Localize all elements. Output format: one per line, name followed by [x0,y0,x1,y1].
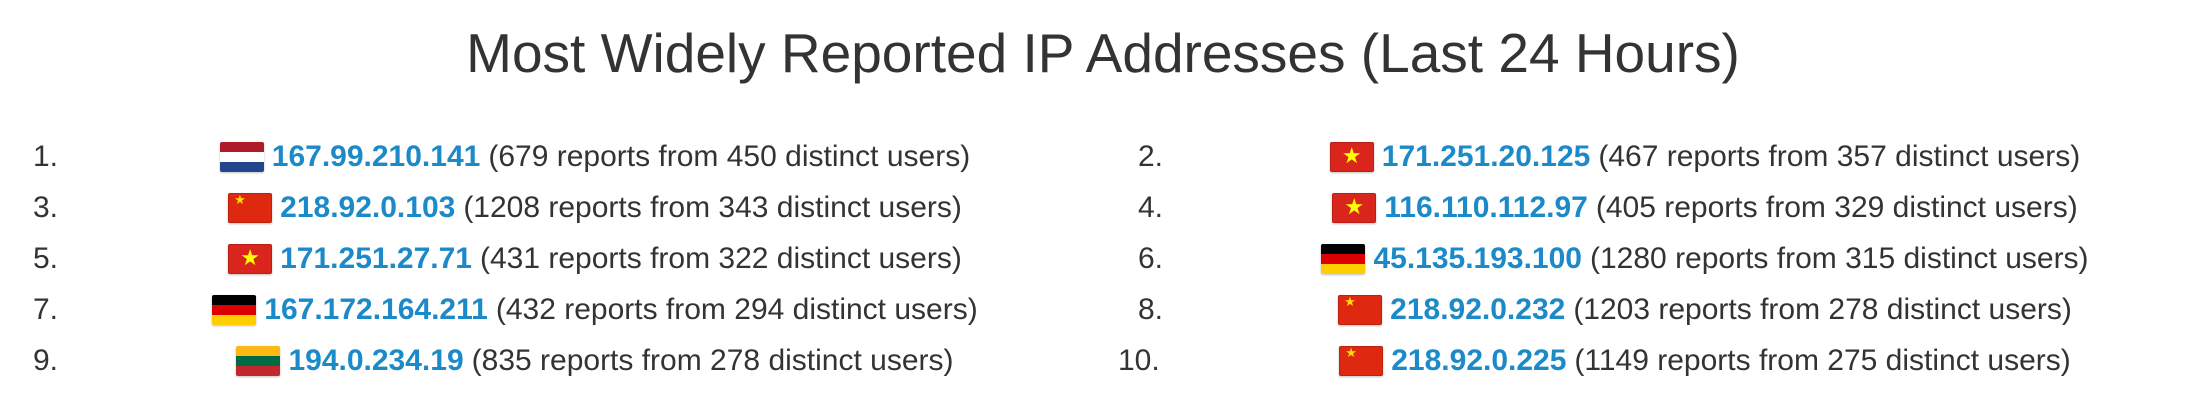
ip-address-link[interactable]: 194.0.234.19 [288,339,463,383]
germany-flag-icon [212,295,257,325]
report-summary: (431 reports from 322 distinct users) [479,242,962,275]
list-item: 167.172.164.211 (432 reports from 294 di… [120,288,1070,332]
china-flag-icon: ★ [1338,295,1383,325]
china-flag-icon: ★ [1339,346,1384,376]
list-item: 167.99.210.141 (679 reports from 450 dis… [120,135,1070,179]
ip-address-link[interactable]: 218.92.0.103 [280,186,455,230]
rank-number: 8. [1138,293,1164,326]
rank-number: 3. [33,191,59,224]
vietnam-flag-icon: ★ [1329,142,1374,172]
list-item: ★ 171.251.27.71 (431 reports from 322 di… [120,237,1070,281]
rank-number: 4. [1138,191,1164,224]
report-summary: (405 reports from 329 distinct users) [1595,191,2078,224]
ip-address-link[interactable]: 218.92.0.232 [1390,288,1565,332]
rank-number: 1. [33,140,59,173]
vietnam-flag-icon: ★ [1332,193,1377,223]
vietnam-flag-icon: ★ [228,244,273,274]
rank-number: 7. [33,293,59,326]
ip-address-link[interactable]: 218.92.0.225 [1391,339,1566,383]
list-item: 194.0.234.19 (835 reports from 278 disti… [120,339,1070,383]
netherlands-flag-icon [219,142,264,172]
rank-number: 2. [1138,140,1164,173]
list-item: ★ 218.92.0.232 (1203 reports from 278 di… [1230,288,2180,332]
ip-address-link[interactable]: 171.251.20.125 [1382,135,1591,179]
ip-address-link[interactable]: 116.110.112.97 [1384,186,1588,230]
ip-address-link[interactable]: 167.172.164.211 [264,288,488,332]
china-flag-icon: ★ [228,193,273,223]
germany-flag-icon [1321,244,1366,274]
list-item: ★ 171.251.20.125 (467 reports from 357 d… [1230,135,2180,179]
report-summary: (432 reports from 294 distinct users) [495,293,978,326]
list-item: 45.135.193.100 (1280 reports from 315 di… [1230,237,2180,281]
lithuania-flag-icon [236,346,281,376]
report-summary: (1208 reports from 343 distinct users) [463,191,962,224]
rank-number: 9. [33,344,59,377]
list-item: ★ 218.92.0.103 (1208 reports from 343 di… [120,186,1070,230]
ip-address-link[interactable]: 171.251.27.71 [280,237,472,281]
ip-address-link[interactable]: 45.135.193.100 [1373,237,1582,281]
ip-address-link[interactable]: 167.99.210.141 [272,135,481,179]
list-item: ★ 116.110.112.97 (405 reports from 329 d… [1230,186,2180,230]
report-summary: (1280 reports from 315 distinct users) [1590,242,2089,275]
list-item: ★ 218.92.0.225 (1149 reports from 275 di… [1230,339,2180,383]
report-summary: (1149 reports from 275 distinct users) [1574,344,2071,377]
rank-number: 6. [1138,242,1164,275]
page-title: Most Widely Reported IP Addresses (Last … [466,22,1740,84]
report-summary: (835 reports from 278 distinct users) [471,344,954,377]
rank-number: 10. [1118,344,1160,377]
report-summary: (1203 reports from 278 distinct users) [1573,293,2072,326]
report-summary: (679 reports from 450 distinct users) [488,140,971,173]
rank-number: 5. [33,242,59,275]
report-summary: (467 reports from 357 distinct users) [1598,140,2081,173]
